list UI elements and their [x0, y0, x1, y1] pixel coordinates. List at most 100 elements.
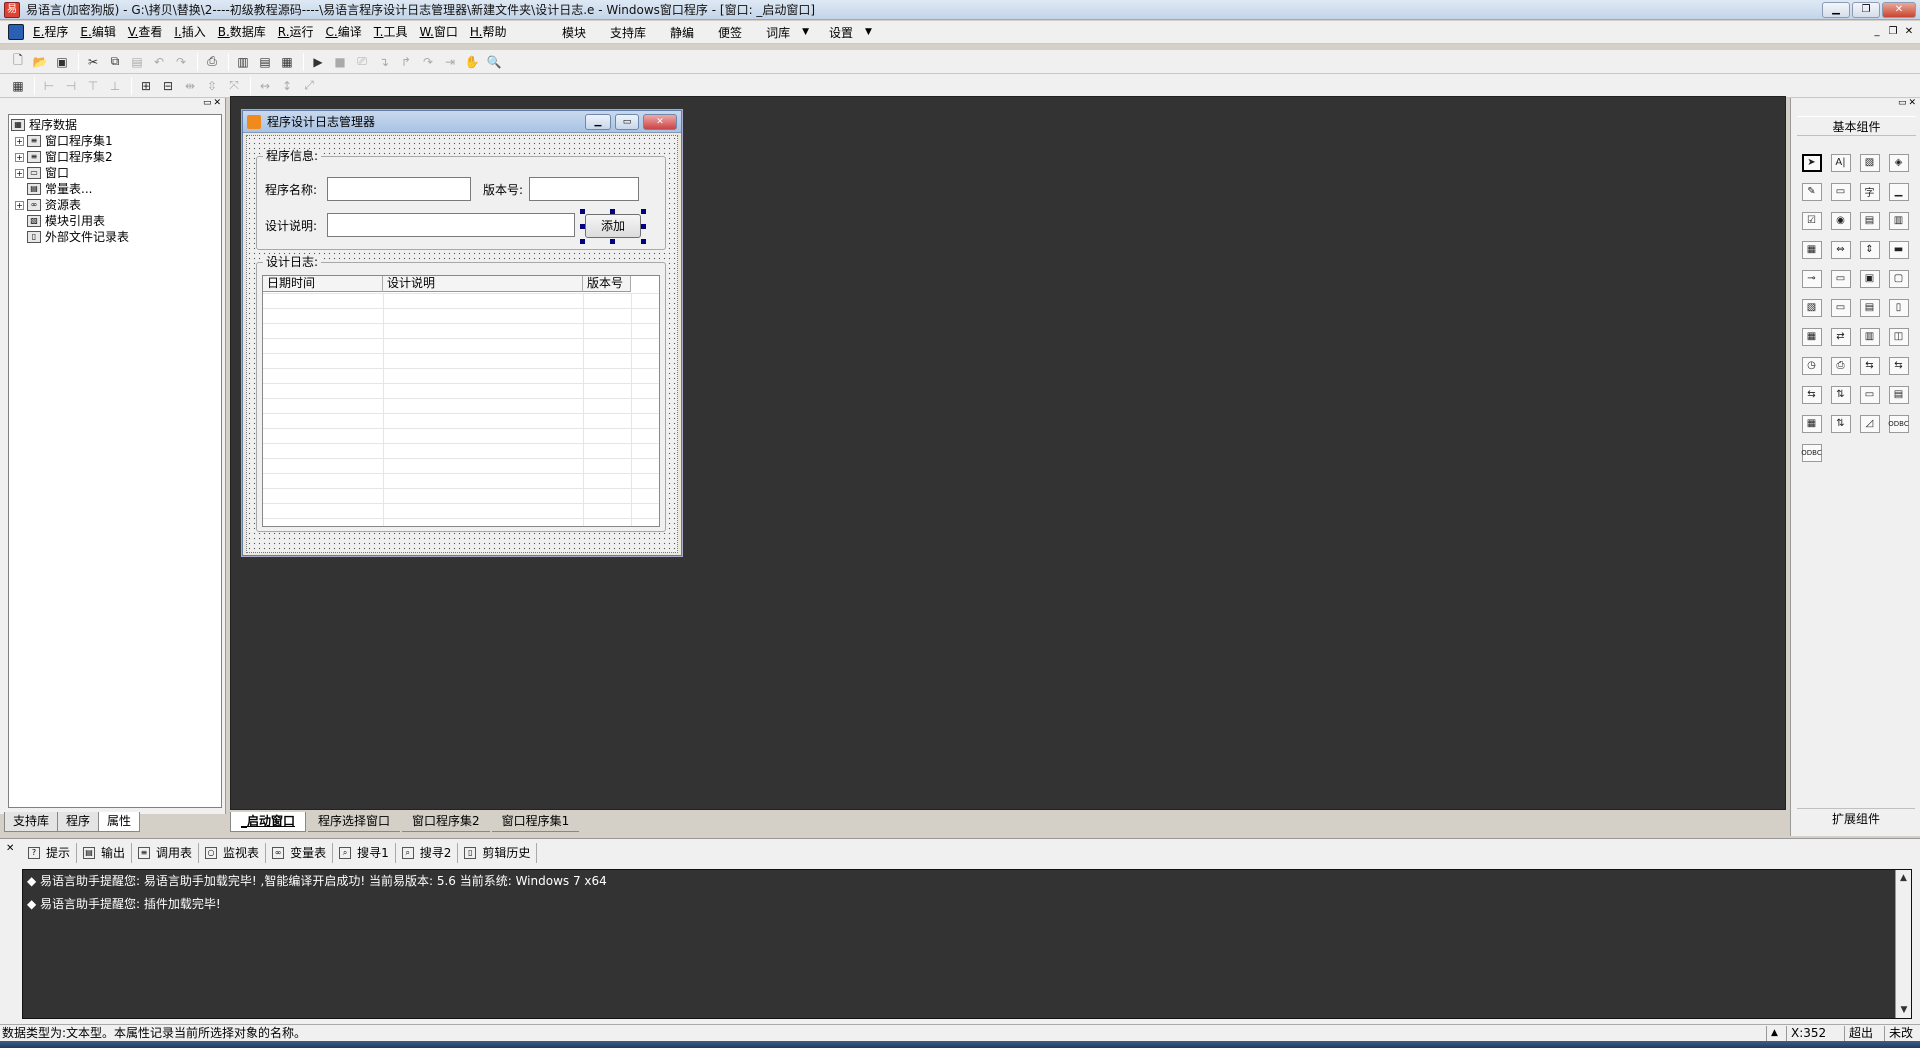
copy-icon[interactable]: ⧉ — [105, 52, 125, 72]
add-button[interactable]: 添加 — [585, 214, 641, 238]
layout-icon-2[interactable]: ▤ — [255, 52, 275, 72]
combobox-icon[interactable]: ▥ — [1884, 206, 1913, 235]
tree-node[interactable]: ▧ 模块引用表 — [11, 213, 221, 229]
selection-handle[interactable] — [641, 209, 646, 214]
shape-icon[interactable]: ◈ — [1884, 148, 1913, 177]
run-icon[interactable]: ▶ — [308, 52, 328, 72]
tree-node[interactable]: + ≡ 窗口程序集2 — [11, 149, 221, 165]
scroll-icon[interactable]: ⇔ — [1826, 235, 1855, 264]
edit-icon[interactable]: ✎ — [1797, 177, 1826, 206]
dictionary-dropdown-icon[interactable]: ▼ — [802, 27, 809, 37]
basic-components-title[interactable]: 基本组件 — [1797, 116, 1916, 136]
step-into-icon[interactable]: ↴ — [374, 52, 394, 72]
printer-icon[interactable]: ⎙ — [1826, 351, 1855, 380]
menu-module[interactable]: 模块 — [550, 24, 598, 41]
expand-icon[interactable]: + — [15, 136, 24, 146]
panel-pin-icon[interactable]: ▭ — [1898, 98, 1907, 112]
menu-dictionary[interactable]: 词库 — [754, 24, 802, 41]
mdi-minimize-button[interactable]: _ — [1870, 25, 1884, 39]
output-console[interactable]: ◆ 易语言助手提醒您: 易语言助手加载完毕! ,智能编译开启成功! 当前易版本:… — [22, 869, 1912, 1019]
same-width-icon[interactable]: ⇹ — [180, 76, 200, 96]
scroll-indicator-icon[interactable]: ▲ — [1766, 1026, 1786, 1041]
tab-output[interactable]: ▤ 输出 — [77, 843, 133, 863]
version-input[interactable] — [529, 177, 639, 201]
same-height-icon[interactable]: ⇳ — [202, 76, 222, 96]
form-maximize-button[interactable]: ▭ — [615, 114, 639, 130]
tab-call-stack[interactable]: ≡ 调用表 — [132, 843, 200, 863]
center-h-icon[interactable]: ⊞ — [136, 76, 156, 96]
progress-icon[interactable]: ▬ — [1884, 235, 1913, 264]
odbc-icon[interactable]: ODBC — [1884, 409, 1913, 438]
expand-icon[interactable]: + — [15, 200, 24, 210]
align-top-icon[interactable]: ⊤ — [83, 76, 103, 96]
tab-clip-history[interactable]: ▯ 剪辑历史 — [458, 843, 538, 863]
grid-icon[interactable]: ▦ — [1797, 235, 1826, 264]
layout-icon-3[interactable]: ▦ — [277, 52, 297, 72]
settings-dropdown-icon[interactable]: ▼ — [865, 27, 872, 37]
tree-node[interactable]: + ≡ 窗口程序集1 — [11, 133, 221, 149]
treeview-icon[interactable]: ▦ — [1797, 409, 1826, 438]
tab-program-select-window[interactable]: 程序选择窗口 — [308, 812, 401, 832]
tree-node[interactable]: + ▭ 窗口 — [11, 165, 221, 181]
tab-program[interactable]: 程序 — [57, 812, 100, 832]
panel-close-icon[interactable]: ✕ — [6, 843, 14, 854]
tab-search-2[interactable]: ⌕ 搜寻2 — [396, 843, 459, 863]
tab-icon[interactable]: ▭ — [1826, 264, 1855, 293]
same-size-icon[interactable]: ⤧ — [224, 76, 244, 96]
extended-components-title[interactable]: 扩展组件 — [1797, 808, 1915, 828]
line-icon[interactable]: ▁ — [1884, 177, 1913, 206]
align-left-icon[interactable]: ⊢ — [39, 76, 59, 96]
hand-icon[interactable]: ✋ — [462, 52, 482, 72]
menu-support-lib[interactable]: 支持库 — [598, 24, 658, 41]
file-icon[interactable]: ▯ — [1884, 293, 1913, 322]
v-spacing-icon[interactable]: ↕ — [277, 76, 297, 96]
new-file-icon[interactable]: 🗋 — [8, 52, 28, 72]
tree-node[interactable]: ▤ 常量表... — [11, 181, 221, 197]
paste-icon[interactable]: ▤ — [127, 52, 147, 72]
menu-window[interactable]: W.窗口 — [414, 21, 464, 43]
close-button[interactable]: ✕ — [1882, 2, 1916, 18]
menu-program[interactable]: E.程序 — [27, 21, 74, 43]
toolbar-icon[interactable]: ▭ — [1855, 380, 1884, 409]
step-icon[interactable]: ⎚ — [352, 52, 372, 72]
font-icon[interactable]: 字 — [1855, 177, 1884, 206]
scroll-down-icon[interactable]: ▼ — [1896, 1002, 1912, 1018]
panel-icon[interactable]: ▧ — [1797, 293, 1826, 322]
split-icon[interactable]: ▥ — [1855, 322, 1884, 351]
menu-compile[interactable]: C.编译 — [320, 21, 368, 43]
slider-icon[interactable]: ⊸ — [1797, 264, 1826, 293]
selection-handle[interactable] — [610, 239, 615, 244]
client-icon[interactable]: ⇆ — [1884, 351, 1913, 380]
layout-icon-1[interactable]: ▥ — [233, 52, 253, 72]
tab-watch[interactable]: ○ 监视表 — [199, 843, 267, 863]
menu-help[interactable]: H.帮助 — [464, 21, 513, 43]
h-spacing-icon[interactable]: ↔ — [255, 76, 275, 96]
checkbox-icon[interactable]: ☑ — [1797, 206, 1826, 235]
statusbar-icon[interactable]: ▤ — [1884, 380, 1913, 409]
selection-handle[interactable] — [580, 239, 585, 244]
output-scrollbar[interactable]: ▲ ▼ — [1895, 870, 1911, 1018]
expand-icon[interactable]: + — [15, 152, 24, 162]
align-right-icon[interactable]: ⊣ — [61, 76, 81, 96]
selection-handle[interactable] — [580, 209, 585, 214]
open-folder-icon[interactable]: 📂 — [30, 52, 50, 72]
center-v-icon[interactable]: ⊟ — [158, 76, 178, 96]
timer-icon[interactable]: ◷ — [1797, 351, 1826, 380]
menu-edit[interactable]: E.编辑 — [74, 21, 121, 43]
stop-icon[interactable]: ■ — [330, 52, 350, 72]
fit-icon[interactable]: ⤢ — [299, 76, 319, 96]
panel-close-icon[interactable]: ✕ — [1908, 98, 1916, 112]
redo-icon[interactable]: ↷ — [171, 52, 191, 72]
undo-icon[interactable]: ↶ — [149, 52, 169, 72]
cut-icon[interactable]: ✂ — [83, 52, 103, 72]
preview-icon[interactable]: ⎙ — [202, 52, 222, 72]
selection-handle[interactable] — [641, 239, 646, 244]
server-icon[interactable]: ⇆ — [1797, 380, 1826, 409]
menu-tools[interactable]: T.工具 — [368, 21, 414, 43]
menu-notes[interactable]: 便签 — [706, 24, 754, 41]
selection-handle[interactable] — [641, 224, 646, 229]
menu-database[interactable]: B.数据库 — [212, 21, 272, 43]
column-header-datetime[interactable]: 日期时间 — [263, 276, 383, 292]
align-bottom-icon[interactable]: ⊥ — [105, 76, 125, 96]
tab-assembly-1[interactable]: 窗口程序集1 — [491, 812, 580, 832]
